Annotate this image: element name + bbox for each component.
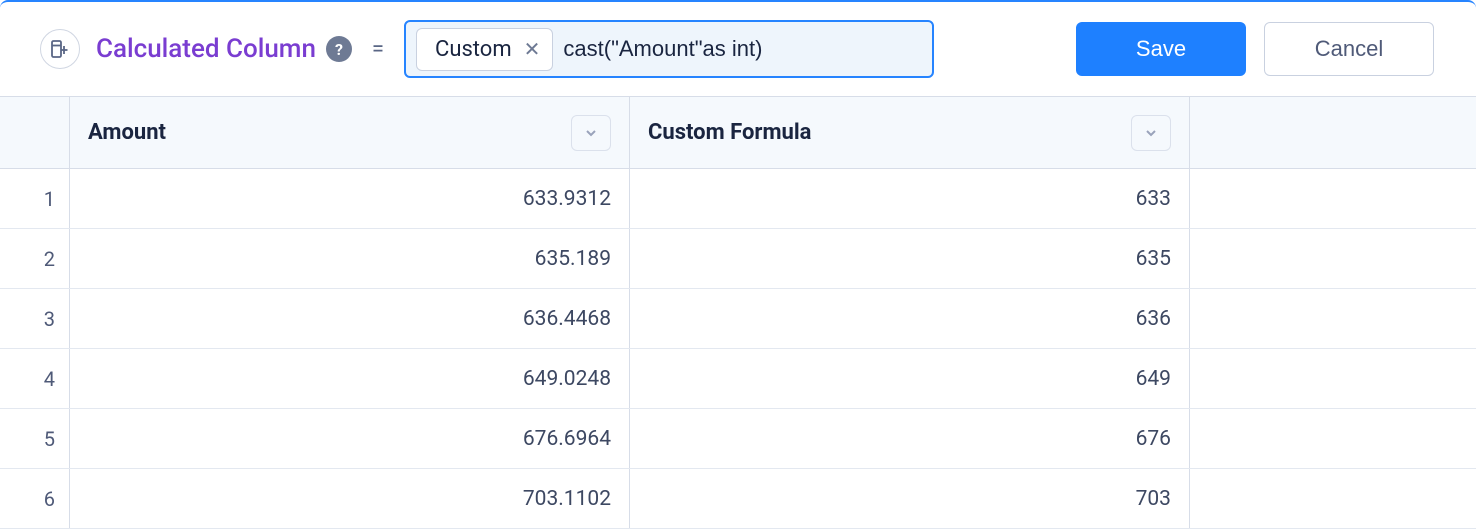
title-text: Calculated Column <box>96 34 316 64</box>
row-spacer <box>1190 169 1476 228</box>
row-number: 6 <box>0 469 70 528</box>
grid-header-row: Amount Custom Formula <box>0 97 1476 169</box>
save-button[interactable]: Save <box>1076 22 1246 76</box>
row-spacer <box>1190 289 1476 348</box>
formula-toolbar: Calculated Column ? = Custom ✕ Save Canc… <box>0 0 1476 96</box>
table-row: 3636.4468636 <box>0 289 1476 349</box>
formula-text-input[interactable] <box>563 36 922 62</box>
cell-custom-formula[interactable]: 635 <box>630 229 1190 288</box>
table-row: 1633.9312633 <box>0 169 1476 229</box>
header-spacer <box>1190 97 1476 168</box>
row-spacer <box>1190 349 1476 408</box>
cell-amount[interactable]: 633.9312 <box>70 169 630 228</box>
row-number: 1 <box>0 169 70 228</box>
row-spacer <box>1190 469 1476 528</box>
column-header-amount[interactable]: Amount <box>70 97 630 168</box>
table-row: 4649.0248649 <box>0 349 1476 409</box>
chevron-down-icon <box>1144 126 1158 140</box>
cell-amount[interactable]: 636.4468 <box>70 289 630 348</box>
close-icon[interactable]: ✕ <box>524 39 541 59</box>
chevron-down-icon <box>584 126 598 140</box>
row-number-header <box>0 97 70 168</box>
data-grid: Amount Custom Formula 1633.93126332635.1… <box>0 96 1476 529</box>
help-icon[interactable]: ? <box>326 36 352 62</box>
chip-label: Custom <box>435 37 512 62</box>
row-spacer <box>1190 229 1476 288</box>
equals-sign: = <box>372 37 384 62</box>
row-number: 5 <box>0 409 70 468</box>
cell-amount[interactable]: 703.1102 <box>70 469 630 528</box>
table-row: 2635.189635 <box>0 229 1476 289</box>
table-row: 6703.1102703 <box>0 469 1476 529</box>
action-buttons: Save Cancel <box>1076 22 1434 76</box>
cell-custom-formula[interactable]: 636 <box>630 289 1190 348</box>
column-add-icon <box>51 40 69 58</box>
row-number: 3 <box>0 289 70 348</box>
cell-custom-formula[interactable]: 703 <box>630 469 1190 528</box>
row-spacer <box>1190 409 1476 468</box>
cell-custom-formula[interactable]: 633 <box>630 169 1190 228</box>
cell-custom-formula[interactable]: 649 <box>630 349 1190 408</box>
column-header-custom-formula[interactable]: Custom Formula <box>630 97 1190 168</box>
row-number: 2 <box>0 229 70 288</box>
formula-chip-custom[interactable]: Custom ✕ <box>416 28 553 71</box>
table-row: 5676.6964676 <box>0 409 1476 469</box>
cell-amount[interactable]: 635.189 <box>70 229 630 288</box>
cancel-button[interactable]: Cancel <box>1264 22 1434 76</box>
column-menu-button[interactable] <box>1131 115 1171 151</box>
column-header-label: Custom Formula <box>648 120 811 145</box>
cell-amount[interactable]: 676.6964 <box>70 409 630 468</box>
row-number: 4 <box>0 349 70 408</box>
page-title: Calculated Column ? <box>96 34 352 64</box>
column-menu-button[interactable] <box>571 115 611 151</box>
cell-amount[interactable]: 649.0248 <box>70 349 630 408</box>
add-column-button[interactable] <box>40 29 80 69</box>
column-header-label: Amount <box>88 120 166 145</box>
cell-custom-formula[interactable]: 676 <box>630 409 1190 468</box>
formula-input[interactable]: Custom ✕ <box>404 20 934 78</box>
